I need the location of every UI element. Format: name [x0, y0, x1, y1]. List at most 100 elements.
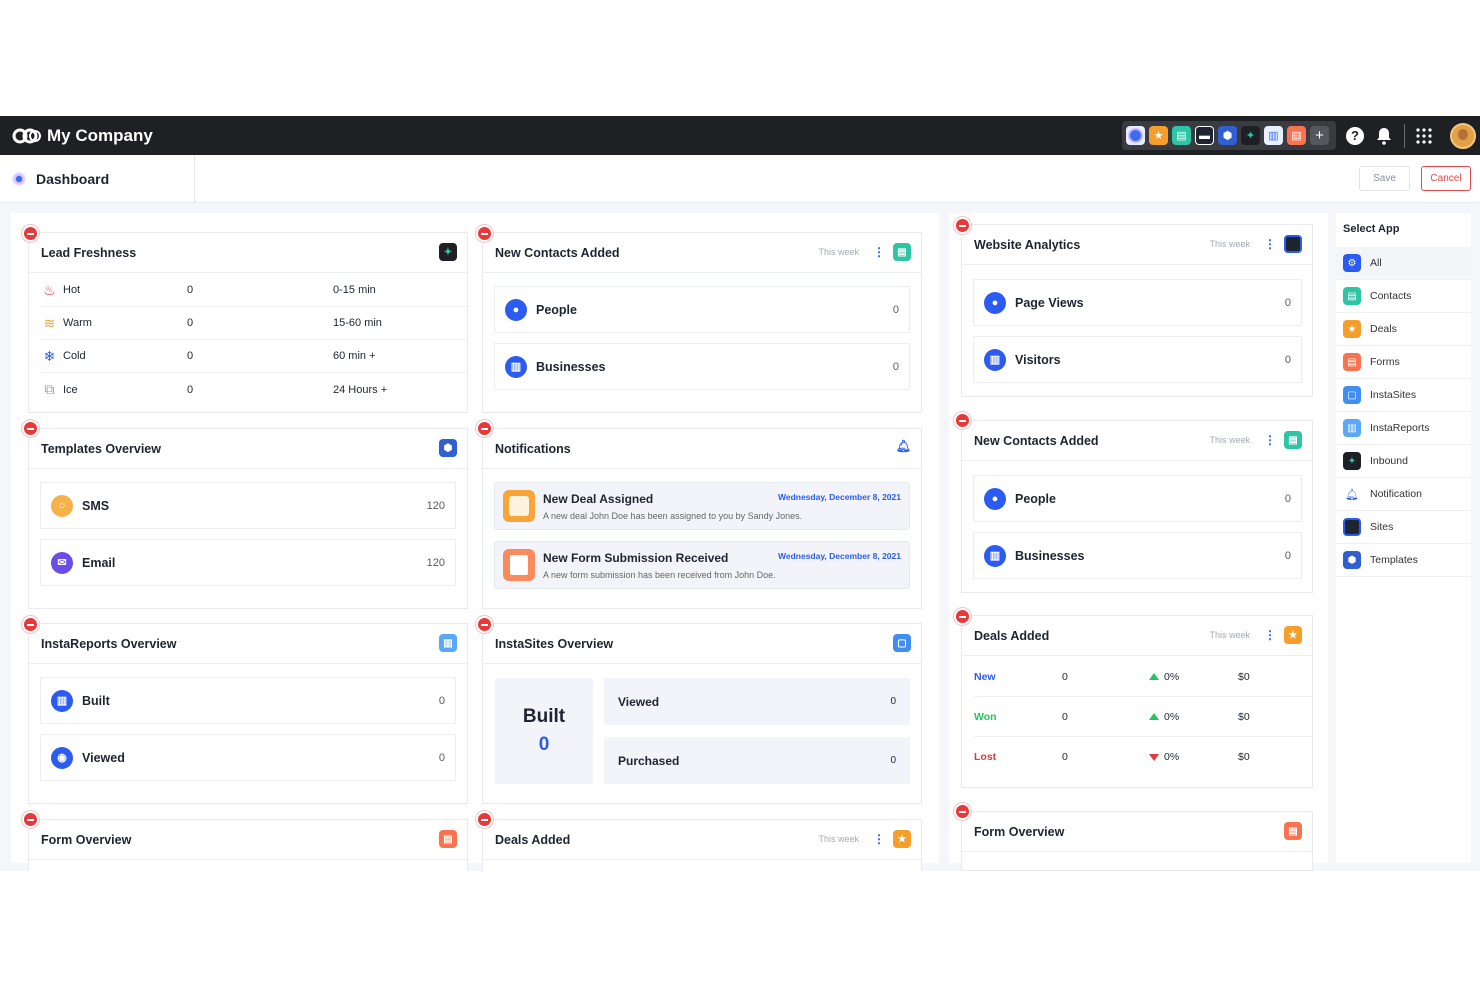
deal-count: 0 — [1062, 670, 1068, 683]
add-app-icon[interactable]: + — [1310, 126, 1329, 145]
notification-desc: A new deal John Doe has been assigned to… — [543, 511, 803, 521]
user-avatar[interactable] — [1450, 122, 1476, 149]
row-label: Warm — [63, 317, 92, 329]
new-contacts-card: New Contacts Added This week ⋮ ▤ ● People 0 … — [961, 420, 1313, 593]
app-option-instasites[interactable]: ▢ InstaSites — [1336, 379, 1471, 412]
help-icon[interactable]: ? — [1344, 125, 1366, 147]
inbound-icon: ✦ — [1343, 452, 1361, 470]
warm-waves-icon: ≋ — [43, 314, 56, 331]
built-value: 0 — [538, 734, 550, 755]
cancel-button[interactable]: Cancel — [1421, 166, 1471, 191]
list-item: ♨ Hot 0 0-15 min — [41, 274, 467, 307]
sites-app-icon[interactable]: ▬ — [1195, 126, 1214, 145]
card-title: InstaSites Overview — [495, 636, 614, 651]
bell-icon: 🔔︎ — [895, 439, 911, 453]
contacts-app-icon[interactable]: ▤ — [1172, 126, 1191, 145]
app-option-label: InstaReports — [1370, 422, 1430, 434]
list-item: ❄ Cold 0 60 min + — [41, 340, 467, 373]
apps-grid-icon[interactable] — [1413, 125, 1435, 147]
flame-icon: ♨ — [43, 281, 56, 298]
person-icon: ● — [984, 291, 1006, 314]
trend-down-icon — [1149, 753, 1159, 761]
notification-item[interactable]: New Form Submission Received A new form … — [494, 541, 910, 589]
card-title: Form Overview — [974, 824, 1065, 839]
forms-icon: ▤ — [1343, 353, 1361, 371]
businesses-row: ▥ Businesses 0 — [973, 532, 1302, 579]
row-time: 0-15 min — [333, 284, 376, 296]
app-option-notification[interactable]: 🔔︎ Notification — [1336, 478, 1471, 511]
kebab-menu-icon[interactable]: ⋮ — [1264, 237, 1276, 251]
remove-widget-button[interactable] — [476, 225, 493, 242]
viewed-row: Viewed 0 — [604, 678, 910, 725]
remove-widget-button[interactable] — [22, 225, 39, 242]
app-option-templates[interactable]: ⬢ Templates — [1336, 544, 1471, 577]
purchased-row: Purchased 0 — [604, 737, 910, 784]
remove-widget-button[interactable] — [954, 803, 971, 820]
dashboard-icon — [12, 172, 26, 186]
kebab-menu-icon[interactable]: ⋮ — [873, 832, 885, 846]
deal-count: 0 — [1062, 710, 1068, 723]
app-option-inbound[interactable]: ✦ Inbound — [1336, 445, 1471, 478]
app-option-contacts[interactable]: ▤ Contacts — [1336, 280, 1471, 313]
app-option-deals[interactable]: ★ Deals — [1336, 313, 1471, 346]
remove-widget-button[interactable] — [22, 616, 39, 633]
notification-desc: A new form submission has been received … — [543, 570, 776, 580]
kebab-menu-icon[interactable]: ⋮ — [1264, 433, 1276, 447]
bell-icon[interactable] — [1373, 125, 1395, 147]
remove-widget-button[interactable] — [476, 420, 493, 437]
app-option-all[interactable]: ⚙ All — [1336, 247, 1471, 280]
remove-widget-button[interactable] — [476, 616, 493, 633]
envelope-icon: ✉ — [51, 551, 73, 574]
notification-title: New Form Submission Received — [543, 551, 729, 565]
row-label: Viewed — [618, 694, 660, 709]
deals-app-icon[interactable]: ★ — [1149, 126, 1168, 145]
remove-widget-button[interactable] — [954, 412, 971, 429]
app-option-label: All — [1370, 257, 1382, 269]
remove-widget-button[interactable] — [22, 811, 39, 828]
remove-widget-button[interactable] — [954, 608, 971, 625]
instareports-app-icon[interactable]: ▥ — [1264, 126, 1283, 145]
kebab-menu-icon[interactable]: ⋮ — [1264, 628, 1276, 642]
website-analytics-card: Website Analytics This week ⋮ ● Page Views… — [961, 224, 1313, 397]
person-icon: ● — [984, 487, 1006, 510]
app-option-label: Templates — [1370, 554, 1418, 566]
row-time: 60 min + — [333, 350, 376, 362]
deal-percent: 0% — [1164, 670, 1180, 683]
instasites-card: InstaSites Overview ▢ Built 0 Viewed 0 Pur… — [482, 623, 922, 804]
remove-widget-button[interactable] — [476, 811, 493, 828]
row-label: Visitors — [1015, 352, 1061, 367]
inbound-app-icon[interactable]: ✦ — [1241, 126, 1260, 145]
app-option-instareports[interactable]: ▥ InstaReports — [1336, 412, 1471, 445]
kebab-menu-icon[interactable]: ⋮ — [873, 245, 885, 259]
dashboard-app-icon[interactable] — [1126, 126, 1145, 145]
app-option-label: Deals — [1370, 323, 1397, 335]
remove-widget-button[interactable] — [22, 420, 39, 437]
deals-icon: ★ — [1284, 626, 1302, 644]
remove-widget-button[interactable] — [954, 217, 971, 234]
tab-dashboard-label: Dashboard — [36, 171, 110, 187]
new-contacts-card: New Contacts Added This week ⋮ ▤ ● People 0 … — [482, 232, 922, 413]
deal-status-label: New — [974, 670, 996, 683]
app-frame: My Company ★ ▤ ▬ ⬢ ✦ ▥ ▤ + ? Dashboard S… — [0, 116, 1480, 871]
save-button[interactable]: Save — [1359, 166, 1410, 191]
app-option-forms[interactable]: ▤ Forms — [1336, 346, 1471, 379]
built-label: Built — [522, 706, 566, 727]
card-title: Deals Added — [495, 832, 571, 847]
period-label: This week — [1209, 239, 1250, 249]
forms-app-icon[interactable]: ▤ — [1287, 126, 1306, 145]
ice-cubes-icon: ⧉ — [44, 381, 55, 397]
deals-added-card: Deals Added This week ⋮ ★ — [482, 819, 922, 871]
notification-title: New Deal Assigned — [543, 492, 654, 506]
templates-app-icon[interactable]: ⬢ — [1218, 126, 1237, 145]
templates-icon: ⬢ — [1343, 551, 1361, 569]
tab-dashboard[interactable]: Dashboard — [0, 155, 195, 203]
deal-count: 0 — [1062, 751, 1068, 763]
company-logo[interactable]: My Company — [12, 126, 153, 146]
notification-item[interactable]: New Deal Assigned A new deal John Doe ha… — [494, 482, 910, 530]
row-count: 0 — [187, 350, 194, 362]
app-option-sites[interactable]: Sites — [1336, 511, 1471, 544]
table-row: Lost 0 0% $0 — [974, 737, 1312, 777]
deal-amount: $0 — [1238, 710, 1250, 723]
widget-canvas-right: Website Analytics This week ⋮ ● Page Views… — [949, 213, 1328, 871]
built-row: ▥ Built 0 — [40, 677, 456, 724]
